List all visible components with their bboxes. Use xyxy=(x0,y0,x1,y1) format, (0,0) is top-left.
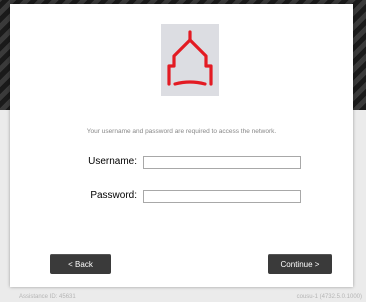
assistance-id: Assistance ID: 45631 xyxy=(19,294,76,300)
password-field[interactable] xyxy=(143,190,301,203)
back-button[interactable]: < Back xyxy=(50,254,111,274)
continue-button[interactable]: Continue > xyxy=(268,254,332,274)
auth-message: Your username and password are required … xyxy=(86,128,277,135)
login-dialog: Your username and password are required … xyxy=(10,4,353,287)
version-info: cousu-1 (4732.5.0.1000) xyxy=(296,294,362,300)
login-page: Your username and password are required … xyxy=(0,0,366,302)
logo xyxy=(161,24,219,96)
username-label: Username: xyxy=(88,156,137,167)
schoolhouse-logo-icon xyxy=(167,30,213,86)
username-field[interactable] xyxy=(143,156,301,169)
password-label: Password: xyxy=(90,190,137,201)
